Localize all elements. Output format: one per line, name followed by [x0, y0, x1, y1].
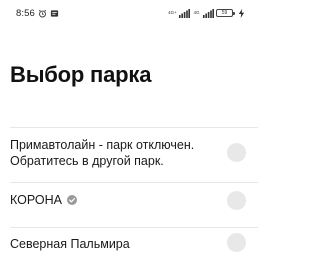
status-bar: 8:56 4G+ 4G 59 [0, 0, 258, 26]
radio-button[interactable] [227, 191, 246, 210]
status-bar-right: 4G+ 4G 59 [168, 7, 245, 19]
battery-level: 59 [221, 9, 228, 16]
park-name: КОРОНА [10, 192, 78, 208]
park-name-line-1: Примавтолайн - парк отключен. [10, 138, 195, 152]
park-item-korona[interactable]: КОРОНА [0, 182, 258, 227]
park-item-primavtolain[interactable]: Примавтолайн - парк отключен. Обратитесь… [0, 127, 258, 182]
park-name-line-2: Обратитесь в другой парк. [10, 154, 164, 168]
message-icon [50, 9, 58, 17]
page-title: Выбор парка [10, 62, 152, 87]
park-name: Примавтолайн - парк отключен. Обратитесь… [10, 137, 194, 169]
signal-icon [179, 8, 190, 18]
park-name-text: КОРОНА [10, 193, 63, 207]
radio-button[interactable] [227, 233, 246, 252]
park-selection-screen: 8:56 4G+ 4G 59 Выбор парка Примавтолайн … [0, 0, 258, 258]
radio-button[interactable] [227, 143, 246, 162]
verified-check-icon [67, 194, 78, 205]
park-item-severnaya-palmira[interactable]: Северная Пальмира [0, 227, 258, 258]
park-name: Северная Пальмира [10, 237, 130, 251]
charging-icon [238, 8, 245, 18]
network-type-1: 4G+ [168, 9, 177, 15]
alarm-icon [38, 9, 47, 17]
status-time: 8:56 [16, 7, 35, 19]
battery-icon: 59 [216, 9, 235, 17]
signal-icon-2 [203, 8, 214, 18]
network-type-2: 4G [193, 9, 200, 15]
status-bar-left: 8:56 [16, 7, 59, 19]
